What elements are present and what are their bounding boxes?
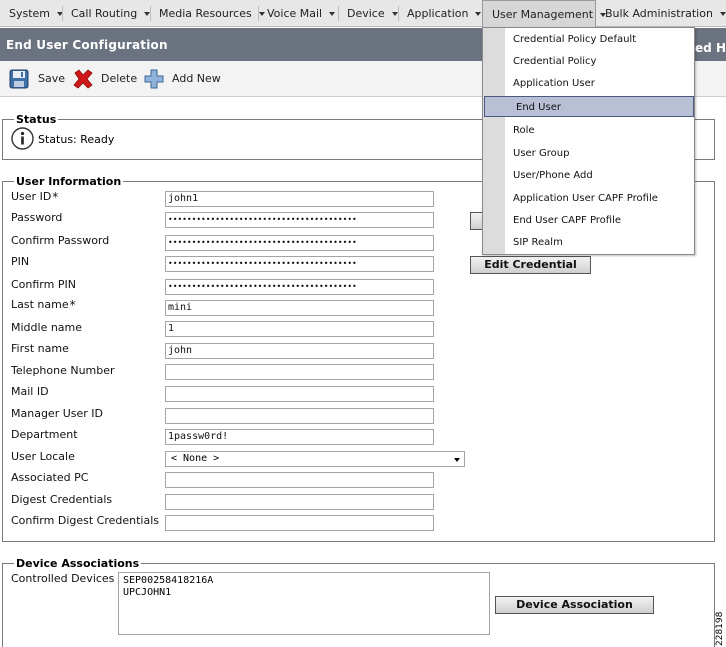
menu-item-credential-policy-default[interactable]: Credential Policy Default (506, 29, 694, 50)
save-label: Save (38, 72, 66, 85)
last-name-label: Last name* (11, 298, 76, 312)
menu-gutter (483, 28, 505, 254)
manager-user-id-field[interactable] (165, 408, 434, 424)
manager-user-id-label: Manager User ID (11, 407, 103, 420)
password-field[interactable]: •••••••••••••••••••••••••••••••••••••••• (165, 212, 434, 228)
menu-item-application-user[interactable]: Application User (506, 73, 694, 94)
menu-system[interactable]: System (0, 0, 64, 27)
user-locale-select[interactable]: < None > (165, 451, 465, 467)
menu-user-management[interactable]: User Management (482, 0, 607, 27)
last-name-field[interactable]: mini (165, 300, 434, 316)
figure-number: 228198 (715, 611, 724, 646)
menu-label: Call Routing (71, 7, 138, 20)
telephone-number-label: Telephone Number (11, 364, 115, 377)
status-legend: Status (16, 113, 57, 126)
menu-item-user-phone-add[interactable]: User/Phone Add (506, 165, 694, 186)
menu-media-resources[interactable]: Media Resources (150, 0, 265, 27)
pin-label: PIN (11, 255, 30, 268)
add-new-button[interactable]: Add New (143, 68, 221, 90)
telephone-number-field[interactable] (165, 364, 434, 380)
chevron-down-icon (719, 12, 726, 16)
menu-device[interactable]: Device (338, 0, 398, 27)
associated-pc-field[interactable] (165, 472, 434, 488)
svg-text:228198: 228198 (715, 611, 724, 646)
save-button[interactable]: Save (8, 68, 66, 90)
menu-item-credential-policy[interactable]: Credential Policy (506, 51, 694, 72)
menu-application[interactable]: Application (398, 0, 482, 27)
confirm-digest-credentials-label: Confirm Digest Credentials (11, 514, 160, 527)
confirm-password-label: Confirm Password (11, 234, 110, 247)
user-locale-value: < None > (171, 453, 220, 464)
user-id-field[interactable]: john1 (165, 191, 434, 207)
menu-voice-mail[interactable]: Voice Mail (258, 0, 336, 27)
menu-item-application-user-capf-profile[interactable]: Application User CAPF Profile (506, 188, 694, 209)
department-label: Department (11, 428, 78, 441)
menu-label: Media Resources (159, 7, 252, 20)
associated-pc-label: Associated PC (11, 471, 89, 484)
confirm-pin-field[interactable]: •••••••••••••••••••••••••••••••••••••••• (165, 279, 434, 295)
device-association-button[interactable]: Device Association (495, 596, 654, 614)
menu-item-end-user[interactable]: End User (484, 96, 694, 117)
chevron-down-icon (329, 12, 336, 16)
device-associations-legend: Device Associations (16, 557, 140, 570)
delete-label: Delete (101, 72, 138, 85)
delete-button[interactable]: Delete (72, 68, 138, 90)
chevron-down-icon (475, 12, 482, 16)
first-name-field[interactable]: john (165, 343, 434, 359)
digest-credentials-field[interactable] (165, 494, 434, 510)
menu-item-end-user-capf-profile[interactable]: End User CAPF Profile (506, 210, 694, 231)
menu-item-user-group[interactable]: User Group (506, 143, 694, 164)
confirm-digest-credentials-field[interactable] (165, 515, 434, 531)
user-locale-label: User Locale (11, 450, 75, 463)
menu-label: User Management (492, 8, 594, 21)
delete-icon (73, 69, 93, 89)
add-new-label: Add New (172, 72, 221, 85)
middle-name-field[interactable]: 1 (165, 321, 434, 337)
save-icon (9, 69, 29, 89)
menu-call-routing[interactable]: Call Routing (62, 0, 151, 27)
add-icon (144, 69, 164, 89)
menu-label: System (9, 7, 51, 20)
menu-bulk-administration[interactable]: Bulk Administration (596, 0, 726, 27)
menu-item-sip-realm[interactable]: SIP Realm (506, 232, 694, 253)
user-information-legend: User Information (16, 175, 122, 188)
status-text: Status: Ready (38, 133, 115, 146)
mail-id-label: Mail ID (11, 385, 49, 398)
info-icon (11, 127, 34, 150)
menu-label: Bulk Administration (605, 7, 713, 20)
chevron-down-icon (454, 458, 460, 462)
list-item[interactable]: UPCJOHN1 (123, 587, 485, 599)
menu-item-role[interactable]: Role (506, 120, 694, 141)
menu-label: Voice Mail (267, 7, 323, 20)
controlled-devices-list[interactable]: SEP00258418216A UPCJOHN1 (118, 572, 490, 635)
edit-credential-button[interactable]: Edit Credential (470, 256, 591, 274)
confirm-password-field[interactable]: •••••••••••••••••••••••••••••••••••••••• (165, 235, 434, 251)
title-right-fragment: ed H (695, 41, 726, 55)
menu-label: Device (347, 7, 385, 20)
first-name-label: First name (11, 342, 69, 355)
list-item[interactable]: SEP00258418216A (123, 575, 485, 587)
digest-credentials-label: Digest Credentials (11, 493, 113, 506)
password-label: Password (11, 211, 63, 224)
mail-id-field[interactable] (165, 386, 434, 402)
department-field[interactable]: 1passw0rd! (165, 429, 434, 445)
page-title: End User Configuration (6, 38, 168, 52)
user-id-label: User ID* (11, 190, 59, 204)
middle-name-label: Middle name (11, 321, 83, 334)
controlled-devices-label: Controlled Devices (11, 572, 115, 585)
pin-field[interactable]: •••••••••••••••••••••••••••••••••••••••• (165, 256, 434, 272)
user-management-dropdown: Credential Policy Default Credential Pol… (482, 27, 695, 255)
top-menu-bar: System Call Routing Media Resources Voic… (0, 0, 726, 27)
chevron-down-icon (391, 12, 398, 16)
confirm-pin-label: Confirm PIN (11, 278, 76, 291)
menu-label: Application (407, 7, 469, 20)
